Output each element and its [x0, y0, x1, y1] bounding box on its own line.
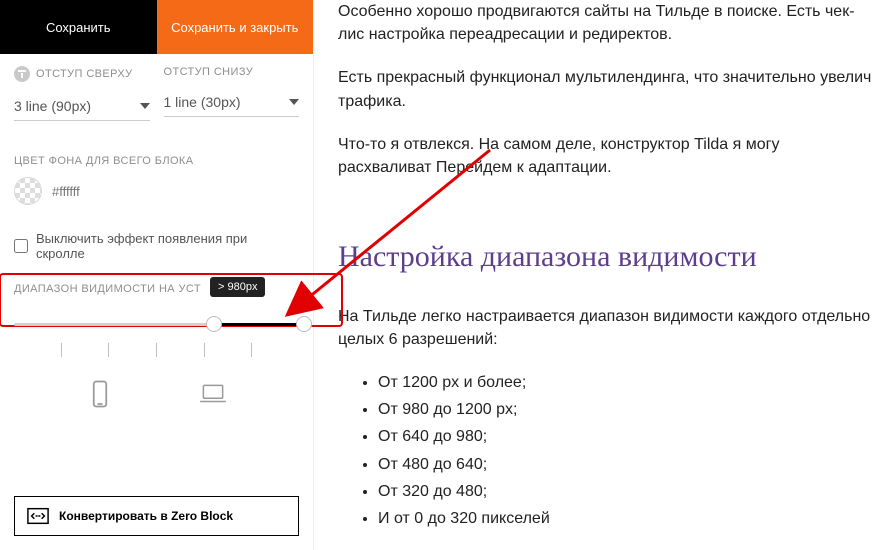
- visibility-range-block: ДИАПАЗОН ВИДИМОСТИ НА УСТ > 980px: [0, 283, 313, 428]
- disable-scroll-effect-label: Выключить эффект появления при скролле: [36, 231, 299, 261]
- settings-sidebar: Сохранить Сохранить и закрыть ОТСТУП СВЕ…: [0, 0, 314, 550]
- visibility-tooltip: > 980px: [210, 277, 265, 297]
- article-content: Особенно хорошо продвигаются сайты на Ти…: [314, 0, 874, 550]
- list-item: От 1200 px и более;: [378, 371, 874, 394]
- visibility-slider[interactable]: [14, 315, 299, 339]
- slider-ticks: [14, 343, 299, 357]
- paragraph: Есть прекрасный функционал мультилендинг…: [338, 66, 874, 112]
- bgcolor-input[interactable]: [52, 184, 172, 199]
- convert-zero-block-button[interactable]: Конвертировать в Zero Block: [14, 496, 299, 536]
- slider-handle-left[interactable]: [206, 316, 222, 332]
- list-item: От 320 до 480;: [378, 480, 874, 503]
- save-close-tab[interactable]: Сохранить и закрыть: [157, 0, 314, 54]
- phone-icon: [85, 379, 115, 414]
- paragraph: Что-то я отвлекся. На самом деле, констр…: [338, 133, 874, 179]
- list-item: От 980 до 1200 px;: [378, 398, 874, 421]
- paragraph: На Тильде легко настраивается диапазон в…: [338, 305, 874, 351]
- bgcolor-swatch[interactable]: [14, 177, 42, 205]
- chevron-down-icon: [289, 99, 299, 105]
- disable-scroll-effect-row[interactable]: Выключить эффект появления при скролле: [0, 231, 313, 261]
- save-tab[interactable]: Сохранить: [0, 0, 157, 54]
- padding-top-label: ОТСТУП СВЕРХУ: [14, 66, 150, 82]
- chevron-down-icon: [140, 103, 150, 109]
- list-item: От 640 до 980;: [378, 425, 874, 448]
- section-heading: Настройка диапазона видимости: [338, 235, 874, 279]
- tabs: Сохранить Сохранить и закрыть: [0, 0, 313, 54]
- laptop-icon: [198, 379, 228, 414]
- paragraph: Особенно хорошо продвигаются сайты на Ти…: [338, 0, 874, 46]
- padding-top-icon: [14, 66, 30, 82]
- padding-bottom-select[interactable]: 1 line (30px): [164, 88, 300, 117]
- convert-icon: [27, 507, 49, 525]
- padding-bottom-label: ОТСТУП СНИЗУ: [164, 66, 300, 78]
- list-item: От 480 до 640;: [378, 453, 874, 476]
- device-icons: [14, 379, 299, 414]
- slider-handle-right[interactable]: [296, 316, 312, 332]
- disable-scroll-effect-checkbox[interactable]: [14, 239, 28, 253]
- list-item: И от 0 до 320 пикселей: [378, 507, 874, 530]
- bgcolor-label: ЦВЕТ ФОНА ДЛЯ ВСЕГО БЛОКА: [14, 155, 299, 167]
- padding-top-select[interactable]: 3 line (90px): [14, 92, 150, 121]
- resolution-list: От 1200 px и более; От 980 до 1200 px; О…: [338, 371, 874, 530]
